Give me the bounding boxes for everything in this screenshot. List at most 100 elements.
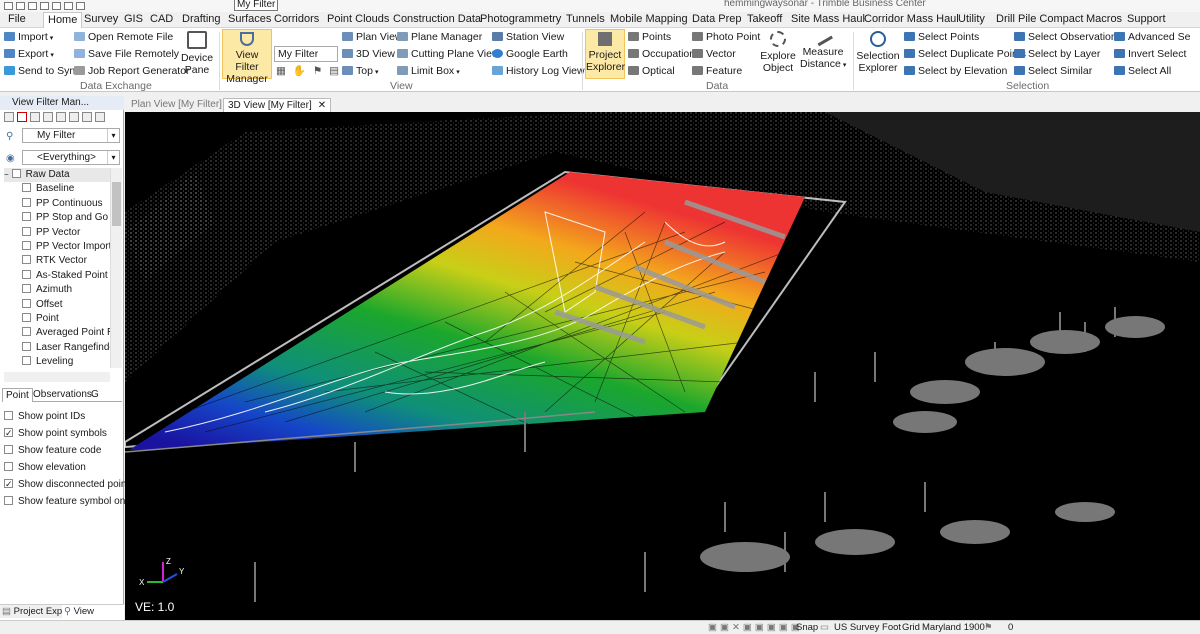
checkbox[interactable] <box>22 269 31 279</box>
save-icon[interactable] <box>40 2 49 10</box>
job-report-generator-button[interactable]: Job Report Generator <box>74 65 190 78</box>
menu-item-tunnels[interactable]: Tunnels <box>562 12 609 28</box>
undo-icon[interactable] <box>52 2 61 10</box>
menu-item-data-prep[interactable]: Data Prep <box>688 12 746 28</box>
top-view-button[interactable]: Top ▾ <box>342 65 378 79</box>
menu-item-site-mass-haul[interactable]: Site Mass Haul <box>787 12 869 28</box>
tab-g[interactable]: G <box>88 388 102 402</box>
menu-item-macros[interactable]: Macros <box>1082 12 1126 28</box>
checkbox[interactable] <box>22 341 31 351</box>
tab-plan-view[interactable]: Plan View [My Filter] <box>127 98 226 112</box>
tree-item[interactable]: Offset <box>4 298 110 312</box>
history-log-view-button[interactable]: History Log View <box>492 65 585 78</box>
occupation-button[interactable]: Occupation <box>628 48 695 61</box>
limit-box-button[interactable]: Limit Box ▾ <box>397 65 460 79</box>
tab-project-explorer[interactable]: ▤ Project Exp... <box>2 605 70 619</box>
measure-distance-button[interactable]: Measure Distance ▾ <box>800 27 846 72</box>
checkbox[interactable] <box>22 298 31 308</box>
grid-icon[interactable] <box>69 112 79 122</box>
checkbox[interactable] <box>22 312 31 322</box>
menu-item-gis[interactable]: GIS <box>120 12 147 28</box>
redo-icon[interactable] <box>64 2 73 10</box>
menu-item-mobile-mapping[interactable]: Mobile Mapping <box>606 12 692 28</box>
close-icon[interactable]: ✕ <box>318 100 326 111</box>
menu-item-construction-data[interactable]: Construction Data <box>389 12 485 28</box>
select-observations-button[interactable]: Select Observations <box>1014 31 1122 44</box>
photo-point-button[interactable]: Photo Point <box>692 31 760 44</box>
menu-item-drafting[interactable]: Drafting <box>178 12 225 28</box>
delete-icon[interactable] <box>17 112 27 122</box>
checkbox[interactable] <box>11 169 21 178</box>
snap-toggle[interactable]: Snap <box>796 621 818 634</box>
feature-button[interactable]: Feature <box>692 65 742 78</box>
menu-item-corridors[interactable]: Corridors <box>270 12 323 28</box>
menu-item-home[interactable]: Home <box>43 12 83 28</box>
checkbox[interactable] <box>22 240 31 250</box>
points-button[interactable]: Points <box>628 31 671 44</box>
checkbox[interactable] <box>4 411 13 420</box>
project-explorer-button[interactable]: Project Explorer <box>585 29 625 79</box>
checkbox[interactable] <box>22 356 31 366</box>
menu-item-takeoff[interactable]: Takeoff <box>743 12 786 28</box>
checkbox[interactable] <box>22 284 31 294</box>
tree-item[interactable]: Azimuth <box>4 283 110 297</box>
coordinate-zone[interactable]: Maryland 1900 <box>922 621 985 634</box>
checkbox[interactable] <box>4 476 13 493</box>
tree-item[interactable]: Point <box>4 312 110 326</box>
3d-view-button[interactable]: 3D View▾ <box>342 48 400 62</box>
save-icon[interactable] <box>4 112 14 122</box>
advanced-select-button[interactable]: Advanced Se <box>1114 31 1190 44</box>
snap-mode-icons[interactable]: ▣▣✕▣▣▣▣▣ <box>708 621 803 634</box>
menu-item-surfaces[interactable]: Surfaces <box>224 12 275 28</box>
settings-icon[interactable] <box>82 112 92 122</box>
tab-observations[interactable]: Observations <box>30 388 95 402</box>
save-file-remotely-button[interactable]: Save File Remotely <box>74 48 179 61</box>
checkbox[interactable] <box>22 255 31 265</box>
scope-select[interactable]: <Everything> ▾ <box>22 150 120 165</box>
menu-item-corridor-mass-haul[interactable]: Corridor Mass Haul <box>860 12 963 28</box>
menu-item-cad[interactable]: CAD <box>146 12 177 28</box>
view-filter-combo[interactable]: My Filter <box>274 46 338 62</box>
menu-item-survey[interactable]: Survey <box>80 12 122 28</box>
option-row[interactable]: Show point IDs <box>4 408 122 425</box>
select-by-elevation-button[interactable]: Select by Elevation <box>904 65 1007 78</box>
tree-item[interactable]: PP Vector <box>4 226 110 240</box>
checkbox[interactable] <box>4 496 13 505</box>
filter-select[interactable]: My Filter ▾ <box>22 128 120 143</box>
select-duplicate-points-button[interactable]: Select Duplicate Points <box>904 48 1026 61</box>
tree-scrollbar[interactable] <box>110 168 122 368</box>
selection-explorer-button[interactable]: Selection Explorer <box>856 31 900 74</box>
cube-icon[interactable] <box>56 112 66 122</box>
menu-item-photogrammetry[interactable]: Photogrammetry <box>476 12 565 28</box>
checkbox[interactable] <box>4 445 13 454</box>
vector-button[interactable]: Vector <box>692 48 736 61</box>
option-row[interactable]: Show point symbols <box>4 425 122 442</box>
plane-manager-button[interactable]: Plane Manager <box>397 31 482 44</box>
tree-item[interactable]: PP Continuous <box>4 197 110 211</box>
tree-item[interactable]: Baseline <box>4 182 110 196</box>
plan-view-button[interactable]: Plan View <box>342 31 403 44</box>
new-icon[interactable] <box>16 2 25 10</box>
checkbox[interactable] <box>4 462 13 471</box>
checkbox[interactable] <box>22 183 31 193</box>
menu-item-support[interactable]: Support <box>1123 12 1170 28</box>
menu-item-drill-pile-compact[interactable]: Drill Pile Compact <box>992 12 1087 28</box>
option-row[interactable]: Show disconnected points <box>4 476 134 493</box>
option-row[interactable]: Show feature symbol only <box>4 493 133 510</box>
tree-item[interactable]: Leveling <box>4 355 110 368</box>
select-similar-button[interactable]: Select Similar <box>1014 65 1092 78</box>
grid-indicator[interactable]: Grid <box>902 621 920 634</box>
tree-item[interactable]: RTK Vector <box>4 254 110 268</box>
view-small-tools[interactable]: ▦ ✋ ⚑ ▤ <box>276 65 341 78</box>
option-row[interactable]: Show elevation <box>4 459 122 476</box>
open-remote-file-button[interactable]: Open Remote File <box>74 31 173 44</box>
tree-item[interactable]: As-Staked Point <box>4 269 110 283</box>
layer-icon[interactable] <box>43 112 53 122</box>
tab-3d-view[interactable]: 3D View [My Filter] ✕ <box>223 98 332 112</box>
units-indicator[interactable]: US Survey Foot <box>834 621 901 634</box>
3d-view-canvas[interactable]: X Y Z VE: 1.0 <box>125 112 1200 620</box>
copy-icon[interactable] <box>30 112 40 122</box>
menu-item-point-clouds[interactable]: Point Clouds <box>323 12 393 28</box>
select-points-button[interactable]: Select Points <box>904 31 979 44</box>
send-to-sync-button[interactable]: Send to Sync <box>4 65 80 78</box>
